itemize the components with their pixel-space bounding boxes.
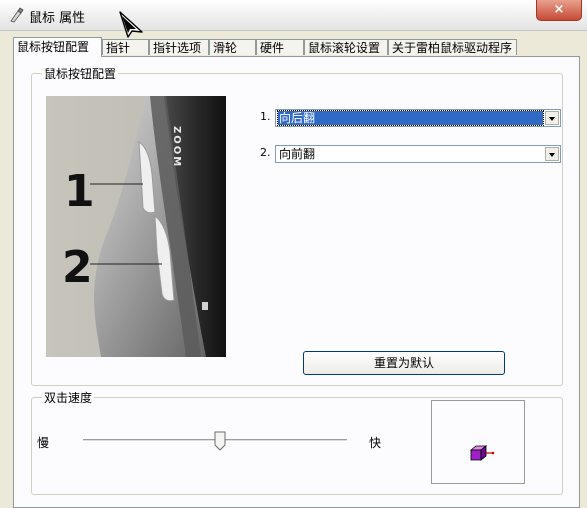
tab-hardware[interactable]: 硬件	[256, 39, 304, 55]
button1-label: 1.	[260, 110, 271, 123]
tab-button-config[interactable]: 鼠标按钮配置	[13, 37, 102, 57]
tab-about-driver[interactable]: 关于雷柏鼠标驱动程序	[388, 39, 517, 55]
mouse-window-icon	[10, 7, 24, 23]
tab-wheel-settings[interactable]: 鼠标滚轮设置	[304, 39, 388, 55]
title-bar[interactable]: 鼠标 属性 ×	[0, 0, 587, 31]
callout-2-label: 2	[62, 242, 93, 293]
callout-1-label: 1	[64, 166, 95, 217]
button2-selected-value: 向前翻	[279, 147, 316, 161]
button2-label: 2.	[260, 146, 271, 159]
zoom-label: ZOOM	[171, 126, 182, 168]
mouse-buttons-image: ZOOM 1 2	[46, 96, 226, 357]
slider-thumb[interactable]	[214, 431, 226, 451]
reset-default-button[interactable]: 重置为默认	[303, 351, 505, 375]
fast-label: 快	[369, 436, 382, 450]
double-click-test-area[interactable]	[431, 400, 525, 484]
slow-label: 慢	[37, 436, 50, 450]
button1-action-select[interactable]: 向后翻	[275, 109, 561, 127]
button1-selected-value: 向后翻	[277, 110, 544, 126]
window-title: 鼠标 属性	[29, 11, 86, 26]
tab-wheel[interactable]: 滑轮	[209, 39, 256, 55]
tab-pointer[interactable]: 指针	[102, 39, 149, 55]
mouse-properties-window: 鼠标 属性 × 鼠标按钮配置 指针 指针选项 滑轮 硬件 鼠标滚轮设置 关于雷柏…	[0, 0, 587, 508]
chevron-down-icon[interactable]	[545, 111, 559, 125]
arrow-cursor-icon	[119, 11, 143, 38]
close-button[interactable]: ×	[536, 0, 582, 21]
button-config-group-label: 鼠标按钮配置	[42, 65, 119, 82]
chevron-down-icon[interactable]	[545, 147, 559, 161]
tab-pointer-options[interactable]: 指针选项	[149, 39, 209, 55]
double-click-group-label: 双击速度	[42, 389, 95, 406]
purple-cube-test-icon[interactable]	[468, 443, 496, 463]
button2-action-select[interactable]: 向前翻	[275, 145, 561, 163]
